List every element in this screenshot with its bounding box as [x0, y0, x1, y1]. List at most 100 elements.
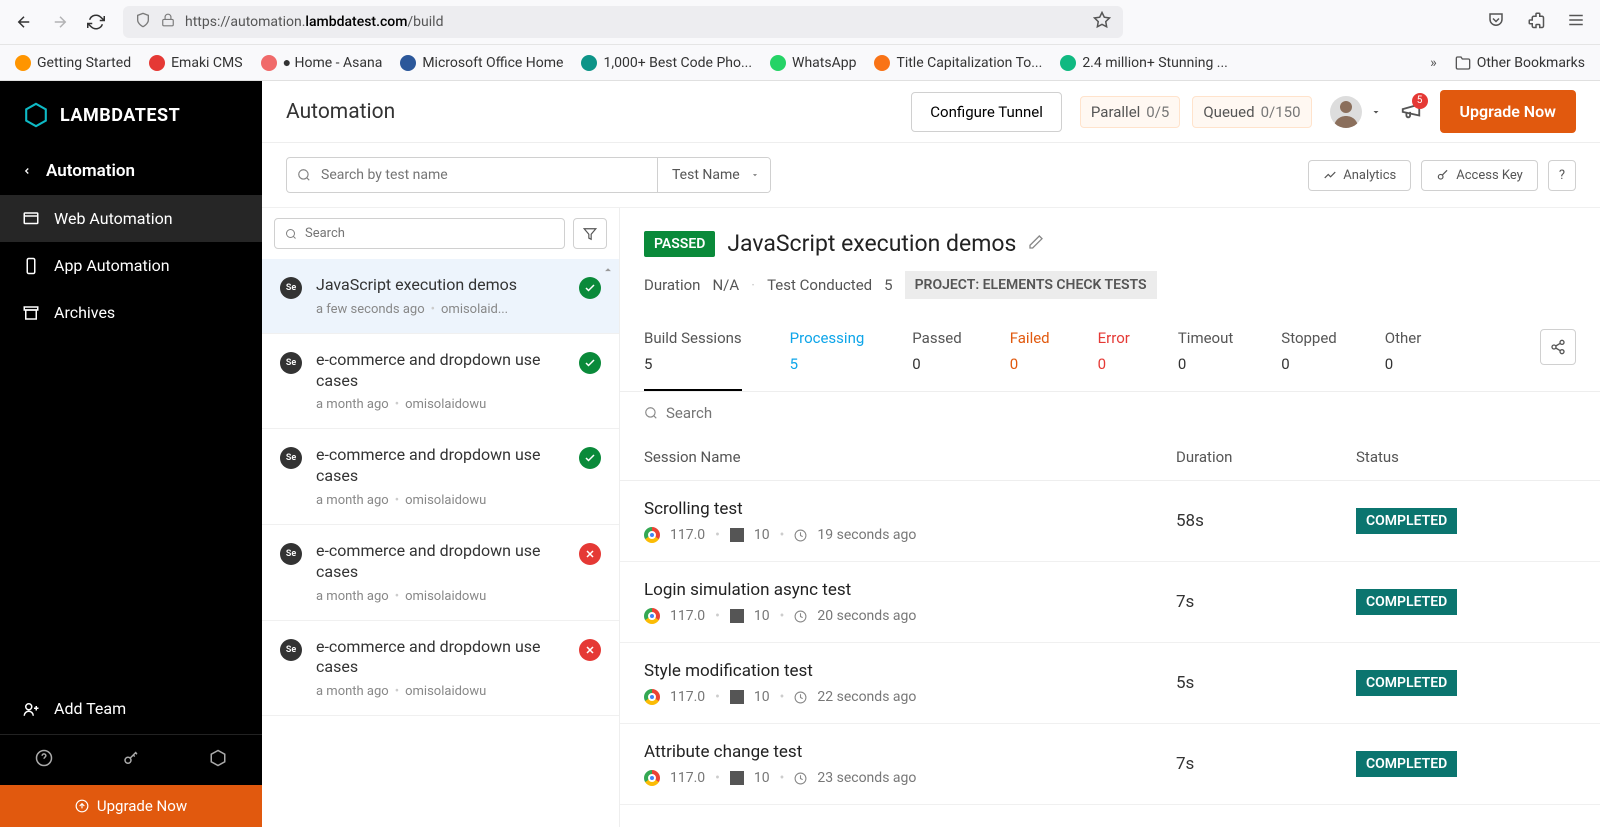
tab-build-sessions[interactable]: Build Sessions5	[644, 329, 742, 391]
menu-icon[interactable]	[1567, 11, 1585, 33]
chart-icon	[1323, 168, 1337, 182]
session-row[interactable]: Scrolling test 117.0 •10 • 19 seconds ag…	[620, 481, 1600, 562]
filter-button[interactable]	[573, 218, 607, 249]
bookmark-item[interactable]: Getting Started	[15, 55, 131, 71]
forward-button[interactable]	[51, 13, 69, 31]
other-bookmarks[interactable]: Other Bookmarks	[1455, 55, 1585, 71]
lock-icon	[161, 13, 175, 31]
bookmark-item[interactable]: ● Home - Asana	[261, 54, 383, 71]
reload-button[interactable]	[87, 13, 105, 31]
bookmark-favicon	[770, 55, 786, 71]
tab-label: Processing	[790, 329, 865, 347]
session-row[interactable]: Attribute change test 117.0 •10 • 23 sec…	[620, 724, 1600, 805]
sidebar-item-archives[interactable]: Archives	[0, 289, 262, 336]
sidebar-add-team[interactable]: Add Team	[0, 683, 262, 734]
sidebar-upgrade-button[interactable]: Upgrade Now	[0, 785, 262, 827]
tab-passed[interactable]: Passed0	[912, 329, 961, 389]
session-search-input[interactable]	[666, 404, 1576, 422]
bookmark-favicon	[1060, 55, 1076, 71]
bookmark-item[interactable]: 2.4 million+ Stunning ...	[1060, 55, 1228, 71]
access-key-button[interactable]: Access Key	[1421, 160, 1538, 191]
tab-count: 0	[1385, 355, 1393, 373]
help-button[interactable]: ?	[1548, 160, 1576, 191]
clock-icon	[794, 610, 807, 623]
key-icon	[1436, 168, 1450, 182]
session-duration: 7s	[1176, 580, 1356, 624]
build-status-icon	[579, 639, 601, 661]
cube-icon[interactable]	[209, 749, 227, 771]
configure-tunnel-button[interactable]: Configure Tunnel	[911, 92, 1062, 132]
bookmark-item[interactable]: Emaki CMS	[149, 55, 242, 71]
build-item[interactable]: Se e-commerce and dropdown use cases a m…	[262, 621, 619, 717]
bookmark-item[interactable]: Microsoft Office Home	[400, 55, 563, 71]
analytics-button[interactable]: Analytics	[1308, 160, 1411, 191]
session-row[interactable]: Login simulation async test 117.0 •10 • …	[620, 562, 1600, 643]
url-bar[interactable]: https://automation.lambdatest.com/build	[123, 6, 1123, 38]
edit-icon[interactable]	[1028, 234, 1044, 254]
overflow-icon[interactable]: »	[1430, 55, 1437, 71]
build-meta: a month ago•omisolaidowu	[316, 589, 565, 604]
pocket-icon[interactable]	[1487, 11, 1505, 33]
session-status-badge: COMPLETED	[1356, 751, 1457, 777]
page-title: Automation	[286, 100, 395, 124]
tab-processing[interactable]: Processing5	[790, 329, 865, 389]
help-icon[interactable]	[35, 749, 53, 771]
builds-search-input[interactable]	[274, 218, 565, 249]
sidebar-item-app-automation[interactable]: App Automation	[0, 242, 262, 289]
build-status-icon	[579, 543, 601, 565]
chevron-down-icon[interactable]	[1370, 106, 1382, 118]
clock-icon	[794, 691, 807, 704]
build-status-badge: PASSED	[644, 231, 715, 257]
build-item[interactable]: Se JavaScript execution demos a few seco…	[262, 259, 619, 334]
bookmark-label: 2.4 million+ Stunning ...	[1082, 55, 1228, 71]
mobile-icon	[22, 257, 40, 275]
bookmark-item[interactable]: 1,000+ Best Code Pho...	[581, 55, 752, 71]
bookmark-label: ● Home - Asana	[283, 54, 383, 71]
tab-failed[interactable]: Failed0	[1010, 329, 1050, 389]
bookmark-favicon	[400, 55, 416, 71]
bookmark-label: Emaki CMS	[171, 55, 242, 71]
tab-stopped[interactable]: Stopped0	[1281, 329, 1336, 389]
search-bar: Test Name Analytics Access Key ?	[262, 143, 1600, 208]
bookmark-label: Getting Started	[37, 55, 131, 71]
search-type-select[interactable]: Test Name	[657, 158, 770, 192]
sidebar-item-web-automation[interactable]: Web Automation	[0, 195, 262, 242]
selenium-icon: Se	[280, 447, 302, 469]
tab-count: 0	[1010, 355, 1018, 373]
build-meta: a few seconds ago•omisolaid...	[316, 302, 565, 317]
share-button[interactable]	[1540, 329, 1576, 365]
bookmark-item[interactable]: WhatsApp	[770, 55, 856, 71]
back-button[interactable]	[15, 13, 33, 31]
logo[interactable]: LAMBDATEST	[0, 81, 262, 147]
tab-error[interactable]: Error0	[1098, 329, 1130, 389]
session-row[interactable]: Style modification test 117.0 •10 • 22 s…	[620, 643, 1600, 724]
chevron-up-icon[interactable]	[601, 263, 615, 277]
notifications-button[interactable]: 5	[1400, 99, 1422, 125]
test-search-input[interactable]	[287, 158, 657, 192]
session-status-badge: COMPLETED	[1356, 589, 1457, 615]
tab-label: Timeout	[1178, 329, 1233, 347]
build-title: JavaScript execution demos	[727, 230, 1016, 257]
bookmark-favicon	[149, 55, 165, 71]
key-icon[interactable]	[122, 749, 140, 771]
tab-timeout[interactable]: Timeout0	[1178, 329, 1233, 389]
build-status-icon	[579, 352, 601, 374]
star-icon[interactable]	[1093, 11, 1111, 33]
user-avatar[interactable]	[1330, 96, 1362, 128]
bookmark-item[interactable]: Title Capitalization To...	[874, 55, 1042, 71]
build-item[interactable]: Se e-commerce and dropdown use cases a m…	[262, 334, 619, 430]
bookmark-favicon	[874, 55, 890, 71]
build-item[interactable]: Se e-commerce and dropdown use cases a m…	[262, 525, 619, 621]
upgrade-now-button[interactable]: Upgrade Now	[1440, 90, 1576, 133]
sidebar-footer-icons	[0, 734, 262, 785]
notification-badge: 5	[1412, 93, 1428, 109]
col-duration: Duration	[1176, 448, 1356, 466]
session-status-badge: COMPLETED	[1356, 508, 1457, 534]
extensions-icon[interactable]	[1527, 11, 1545, 33]
chrome-icon	[644, 608, 660, 624]
tab-other[interactable]: Other0	[1385, 329, 1422, 389]
bookmark-label: WhatsApp	[792, 55, 856, 71]
browser-nav-bar: https://automation.lambdatest.com/build	[0, 0, 1600, 45]
build-item[interactable]: Se e-commerce and dropdown use cases a m…	[262, 429, 619, 525]
sidebar-heading-automation[interactable]: Automation	[0, 147, 262, 195]
